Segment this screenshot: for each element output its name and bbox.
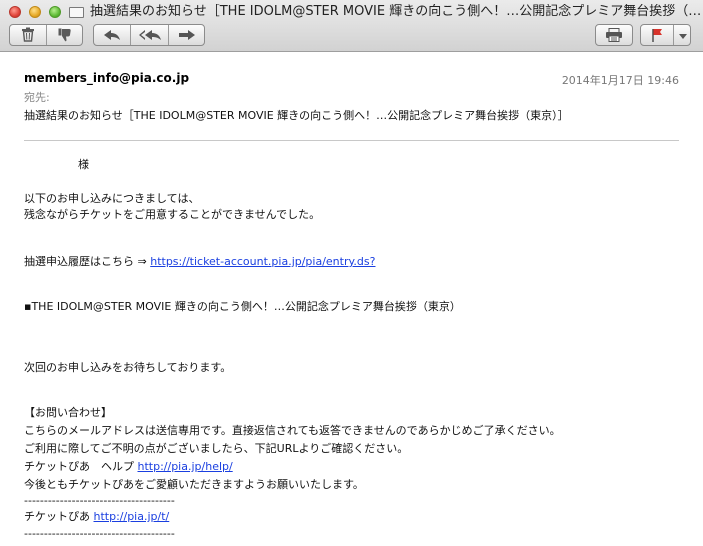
reply-button[interactable] xyxy=(94,25,130,45)
printer-icon xyxy=(606,28,622,42)
footer-line: チケットぴあ http://pia.jp/t/ xyxy=(24,510,169,524)
forward-button[interactable] xyxy=(168,25,205,45)
minimize-window-button[interactable] xyxy=(29,6,41,18)
print-button[interactable] xyxy=(595,24,633,46)
flag-button[interactable] xyxy=(641,25,673,45)
reply-group xyxy=(93,24,205,46)
history-label: 抽選申込履歴はこちら ⇒ xyxy=(24,255,151,268)
sender-address[interactable]: members_info@pia.co.jp xyxy=(24,71,189,85)
thumbs-down-icon xyxy=(58,28,71,42)
message-subject: 抽選結果のお知らせ［THE IDOLM@STER MOVIE 輝きの向こう側へ！… xyxy=(24,109,569,122)
body-line-2: 残念ながらチケットをご用意することができませんでした。 xyxy=(24,208,321,221)
message-date: 2014年1月17日 19:46 xyxy=(561,74,679,87)
contact-line-1: こちらのメールアドレスは送信専用です。直接返信されても返答できませんのであらかじ… xyxy=(24,424,561,437)
window-titlebar: 抽選結果のお知らせ［THE IDOLM@STER MOVIE 輝きの向こう側へ！… xyxy=(0,0,703,52)
envelope-icon xyxy=(69,7,84,18)
closing-line: 次回のお申し込みをお待ちしております。 xyxy=(24,361,232,374)
flag-menu-button[interactable] xyxy=(673,25,691,45)
junk-button[interactable] xyxy=(46,25,83,45)
close-window-button[interactable] xyxy=(9,6,21,18)
history-link[interactable]: https://ticket-account.pia.jp/pia/entry.… xyxy=(150,255,375,268)
reply-all-button[interactable] xyxy=(130,25,169,45)
help-label: チケットぴあ ヘルプ xyxy=(24,460,138,473)
window-title: 抽選結果のお知らせ［THE IDOLM@STER MOVIE 輝きの向こう側へ！… xyxy=(90,4,700,19)
chevron-down-icon xyxy=(678,34,687,39)
delete-junk-group xyxy=(9,24,83,46)
footer-label: チケットぴあ xyxy=(24,510,94,523)
recipient-label: 宛先: xyxy=(24,91,50,104)
separator-line: -------------------------------------- xyxy=(24,494,175,507)
thanks-line: 今後ともチケットぴあをご愛顧いただきますようお願いいたします。 xyxy=(24,478,364,491)
footer-link[interactable]: http://pia.jp/t/ xyxy=(94,510,170,523)
salutation: 様 xyxy=(78,158,89,171)
contact-heading: 【お問い合わせ】 xyxy=(24,406,112,419)
flag-icon xyxy=(652,29,662,42)
history-line: 抽選申込履歴はこちら ⇒ https://ticket-account.pia.… xyxy=(24,255,375,269)
header-divider xyxy=(24,140,679,141)
delete-button[interactable] xyxy=(10,25,46,45)
contact-line-2: ご利用に際してご不明の点がございましたら、下記URLよりご確認ください。 xyxy=(24,442,409,455)
body-line-1: 以下のお申し込みにつきましては、 xyxy=(24,192,200,205)
zoom-window-button[interactable] xyxy=(49,6,61,18)
event-line: ▪THE IDOLM@STER MOVIE 輝きの向こう側へ！…公開記念プレミア… xyxy=(24,300,461,313)
help-line: チケットぴあ ヘルプ http://pia.jp/help/ xyxy=(24,460,233,474)
flag-group xyxy=(640,24,691,46)
forward-arrow-icon xyxy=(179,30,195,40)
trash-icon xyxy=(22,27,34,42)
reply-arrow-icon xyxy=(104,30,120,40)
reply-all-arrow-icon xyxy=(139,30,161,40)
separator-line-2: -------------------------------------- xyxy=(24,527,175,540)
help-link[interactable]: http://pia.jp/help/ xyxy=(138,460,233,473)
